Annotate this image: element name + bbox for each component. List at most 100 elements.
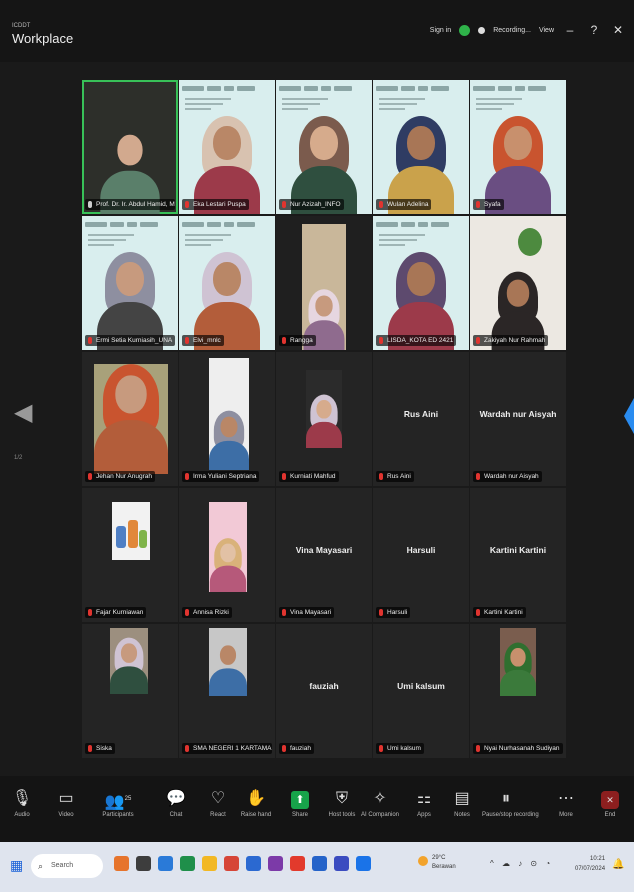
audio-button[interactable]: 🎙 Audio <box>0 786 46 818</box>
recording-icon <box>478 26 486 34</box>
participant-name-label: fauziah <box>279 743 314 754</box>
app-icon[interactable] <box>334 856 349 871</box>
video-label: Video <box>58 812 74 818</box>
participant-name-label: Kartini Kartini <box>473 607 526 618</box>
browser-icon[interactable] <box>224 856 239 871</box>
muted-mic-icon <box>379 473 383 480</box>
video-button[interactable]: ▭ Video <box>42 786 90 818</box>
muted-mic-icon <box>476 609 480 616</box>
participant-tile[interactable]: Elvi_mnlc <box>179 216 275 350</box>
participant-tile[interactable]: Nur Azizah_INFO <box>276 80 372 214</box>
muted-mic-icon <box>476 201 480 208</box>
app-icon[interactable] <box>180 856 195 871</box>
participant-tile[interactable]: Harsuli Harsuli <box>373 488 469 622</box>
participant-name-label: Umi kalsum <box>376 743 424 754</box>
participant-name-label: Annisa Rizki <box>182 607 232 618</box>
app-icon[interactable] <box>246 856 261 871</box>
muted-mic-icon <box>282 745 286 752</box>
app-icon[interactable] <box>114 856 129 871</box>
security-shield-icon[interactable] <box>459 24 471 36</box>
participant-tile[interactable]: Umi kalsum Umi kalsum <box>373 624 469 758</box>
participant-name-label: Wardah nur Aisyah <box>473 471 542 482</box>
participant-tile[interactable]: Wulan Adelina <box>373 80 469 214</box>
ai-companion-icon: ✧ <box>373 790 387 807</box>
participant-name: Rangga <box>290 337 313 344</box>
more-button[interactable]: ⋯ More <box>542 786 590 818</box>
zoom-icon[interactable] <box>312 856 327 871</box>
participant-tile[interactable]: Rus Aini Rus Aini <box>373 352 469 486</box>
participant-tile[interactable]: Jehan Nur Anugrah <box>82 352 178 486</box>
slide-text <box>88 234 134 252</box>
participant-name: Ermi Setia Kurniasih_UNA <box>96 337 173 344</box>
participant-name: Prof. Dr. Ir. Abdul Hamid, MBA <box>96 201 175 208</box>
weather-desc: Berawan <box>432 864 456 870</box>
participant-tile[interactable]: Zakiyah Nur Rahmah <box>470 216 566 350</box>
profile-photo <box>500 628 536 696</box>
participant-name-label: Eka Lestari Puspa <box>182 199 249 210</box>
participant-tile[interactable]: Vina Mayasari Vina Mayasari <box>276 488 372 622</box>
pause-recording-button[interactable]: ⏸ Pause/stop recording <box>482 786 539 818</box>
chat-button[interactable]: 💬 Chat <box>152 786 200 818</box>
muted-mic-icon <box>379 337 383 344</box>
participant-tile[interactable]: LISDA_KOTA ED 2421 <box>373 216 469 350</box>
profile-photo <box>306 370 342 448</box>
app-icon[interactable] <box>268 856 283 871</box>
notes-button[interactable]: ▤ Notes <box>438 786 486 818</box>
prev-page-arrow-icon[interactable]: ◀ <box>14 398 32 427</box>
participant-tile[interactable]: fauziah fauziah <box>276 624 372 758</box>
participant-tile[interactable]: Rangga <box>276 216 372 350</box>
participant-tile[interactable]: Siska <box>82 624 178 758</box>
app-icon[interactable] <box>158 856 173 871</box>
ai-companion-button[interactable]: ✧ AI Companion <box>356 786 404 818</box>
pinned-apps <box>114 856 371 871</box>
participant-name-label: Harsuli <box>376 607 411 618</box>
participant-tile[interactable]: Annisa Rizki <box>179 488 275 622</box>
participant-display-name: fauziah <box>309 681 339 691</box>
next-page-arrow-icon[interactable] <box>624 398 634 434</box>
muted-mic-icon <box>379 201 383 208</box>
search-placeholder: Search <box>51 862 74 869</box>
participant-tile[interactable]: Wardah nur Aisyah Wardah nur Aisyah <box>470 352 566 486</box>
participant-tile[interactable]: Nyai Nurhasanah Sudiyan <box>470 624 566 758</box>
participant-video <box>110 637 148 694</box>
participant-tile[interactable]: Fajar Kurniawan <box>82 488 178 622</box>
view-button[interactable]: View <box>539 27 554 34</box>
app-icon[interactable] <box>136 856 151 871</box>
weather-widget[interactable]: 29°C Berawan <box>418 854 456 872</box>
participant-video <box>209 538 247 592</box>
taskbar-search[interactable]: ⌕ Search <box>31 854 103 878</box>
recording-label[interactable]: Recording... <box>493 27 531 34</box>
participant-name-label: Ermi Setia Kurniasih_UNA <box>85 335 175 346</box>
participants-button[interactable]: 👥25 Participants <box>94 786 142 818</box>
participant-tile[interactable]: Kurniati Mahfud <box>276 352 372 486</box>
folder-icon[interactable] <box>202 856 217 871</box>
minimize-button[interactable]: – <box>562 23 578 37</box>
clock[interactable]: 10:21 07/07/2024 <box>575 854 605 874</box>
share-button[interactable]: ⬆ Share <box>276 786 324 818</box>
pause-recording-icon: ⏸ <box>501 790 510 807</box>
start-icon[interactable]: ▦ <box>10 857 23 874</box>
participant-tile[interactable]: Ermi Setia Kurniasih_UNA <box>82 216 178 350</box>
app-icon[interactable] <box>290 856 305 871</box>
participant-tile[interactable]: Syafa <box>470 80 566 214</box>
muted-mic-icon <box>88 337 92 344</box>
participant-tile[interactable]: Eka Lestari Puspa <box>179 80 275 214</box>
system-tray[interactable]: ^ ☁ ♪ ⊙ ◔ <box>490 859 553 868</box>
sign-in-button[interactable]: Sign in <box>430 27 451 34</box>
participant-video <box>302 224 346 350</box>
close-button[interactable]: ✕ <box>610 23 626 37</box>
clock-date: 07/07/2024 <box>575 866 606 872</box>
raise-hand-button[interactable]: ✋ Raise hand <box>232 786 280 818</box>
participant-tile[interactable]: Kartini Kartini Kartini Kartini <box>470 488 566 622</box>
app-icon[interactable] <box>356 856 371 871</box>
plant-decor <box>518 228 542 256</box>
muted-mic-icon <box>185 609 189 616</box>
participant-tile[interactable]: SMA NEGERI 1 KARTAMA <box>179 624 275 758</box>
end-button[interactable]: ✕ End <box>586 786 634 818</box>
muted-mic-icon <box>379 609 383 616</box>
help-button[interactable]: ? <box>586 23 602 37</box>
participant-name: Syafa <box>484 201 501 208</box>
notification-icon[interactable]: 🔔 <box>612 859 624 870</box>
participant-tile[interactable]: Irma Yuliani Septriana <box>179 352 275 486</box>
participant-tile[interactable]: Prof. Dr. Ir. Abdul Hamid, MBA <box>82 80 178 214</box>
